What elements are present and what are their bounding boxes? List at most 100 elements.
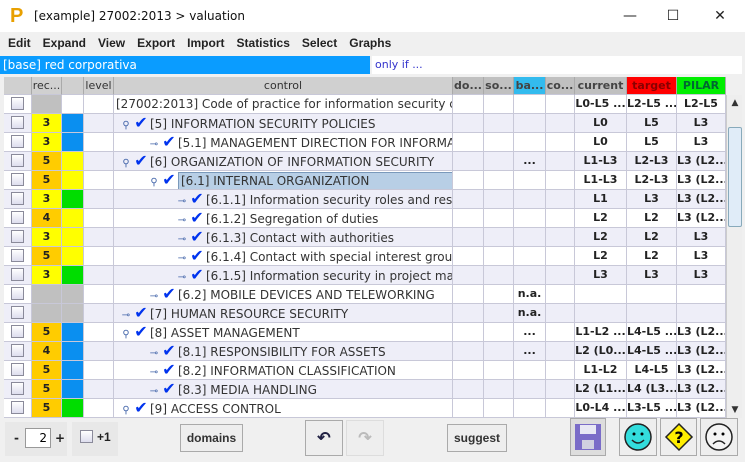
undo-button[interactable]: ↶ — [305, 420, 343, 456]
plus-one-checkbox[interactable] — [80, 430, 93, 443]
row-checkbox[interactable] — [11, 115, 24, 129]
domains-button[interactable]: domains — [180, 424, 243, 452]
tree-leaf-key-icon[interactable]: ⊸ — [120, 307, 132, 322]
tree-leaf-key-icon[interactable]: ⊸ — [148, 345, 160, 360]
row-checkbox[interactable] — [11, 229, 24, 243]
control-cell[interactable]: ⚲ ✔ [6] ORGANIZATION OF INFORMATION SECURI… — [114, 152, 453, 171]
table-row[interactable]: [27002:2013] Code of practice for inform… — [4, 95, 726, 114]
menu-view[interactable]: View — [92, 36, 131, 50]
tree-expanded-icon[interactable]: ⚲ — [120, 155, 132, 170]
so-header[interactable]: so... — [484, 77, 514, 95]
row-checkbox[interactable] — [11, 343, 24, 357]
table-row[interactable]: 3 ⊸ ✔ [6.1.5] Information security in proje… — [4, 266, 726, 285]
current-header[interactable]: current — [575, 77, 627, 95]
tree-leaf-key-icon[interactable]: ⊸ — [176, 250, 188, 265]
table-row[interactable]: 3 ⊸ ✔ [6.1.3] Contact with authorities L2 L2 L… — [4, 228, 726, 247]
menu-statistics[interactable]: Statistics — [231, 36, 296, 50]
table-row[interactable]: 5 ⚲ ✔ [8] ASSET MANAGEMENT... L1-L2 ... L4-L5… — [4, 323, 726, 342]
tree-expanded-icon[interactable]: ⚲ — [120, 117, 132, 132]
row-checkbox[interactable] — [11, 381, 24, 395]
control-cell[interactable]: ⊸ ✔ [6.1.4] Contact with special interest … — [114, 247, 453, 266]
table-row[interactable]: 5 ⚲ ✔ [9] ACCESS CONTROL L0-L4 ... L3-L5 ... L… — [4, 399, 726, 418]
increment-button[interactable]: + — [55, 431, 65, 445]
tree-expanded-icon[interactable]: ⚲ — [148, 174, 160, 189]
menu-export[interactable]: Export — [131, 36, 181, 50]
control-cell[interactable]: [27002:2013] Code of practice for inform… — [114, 95, 453, 114]
table-row[interactable]: 5 ⚲ ✔ [6.1] INTERNAL ORGANIZATION L1-L3 L2-L3… — [4, 171, 726, 190]
happy-face-button[interactable] — [619, 418, 657, 456]
control-cell[interactable]: ⚲ ✔ [9] ACCESS CONTROL — [114, 399, 453, 418]
do-header[interactable]: do... — [453, 77, 484, 95]
level-header[interactable]: level — [84, 77, 114, 95]
base-filter-field[interactable]: [base] red corporativa — [0, 56, 370, 74]
control-cell[interactable]: ⊸ ✔ [6.2] MOBILE DEVICES AND TELEWORKING — [114, 285, 453, 304]
row-checkbox[interactable] — [11, 305, 24, 319]
row-checkbox[interactable] — [11, 134, 24, 148]
vertical-scrollbar[interactable]: ▲ ▼ — [726, 95, 742, 418]
control-cell[interactable]: ⊸ ✔ [6.1.2] Segregation of duties — [114, 209, 453, 228]
control-cell[interactable]: ⊸ ✔ [8.2] INFORMATION CLASSIFICATION — [114, 361, 453, 380]
maximize-button[interactable]: ☐ — [650, 0, 696, 32]
scroll-up-icon[interactable]: ▲ — [727, 95, 743, 111]
table-row[interactable]: 5 ⊸ ✔ [8.2] INFORMATION CLASSIFICATION L1-L2… — [4, 361, 726, 380]
tree-leaf-key-icon[interactable]: ⊸ — [148, 364, 160, 379]
control-cell[interactable]: ⊸ ✔ [6.1.3] Contact with authorities — [114, 228, 453, 247]
suggest-button[interactable]: suggest — [447, 424, 507, 452]
control-cell[interactable]: ⊸✔[5.1] MANAGEMENT DIRECTION FOR INFORMA… — [114, 133, 453, 152]
row-checkbox[interactable] — [11, 248, 24, 262]
menu-select[interactable]: Select — [296, 36, 343, 50]
table-row[interactable]: 3 ⊸ ✔ [5.1] MANAGEMENT DIRECTION FOR INFORM… — [4, 133, 726, 152]
pilar-header[interactable]: PILAR — [677, 77, 726, 95]
select-header[interactable] — [4, 77, 32, 95]
table-row[interactable]: 3 ⚲ ✔ [5] INFORMATION SECURITY POLICIES L0 L5… — [4, 114, 726, 133]
only-if-link[interactable]: only if ... — [372, 56, 742, 74]
menu-edit[interactable]: Edit — [2, 36, 37, 50]
minimize-button[interactable]: — — [607, 0, 653, 32]
row-checkbox[interactable] — [11, 286, 24, 300]
table-row[interactable]: 5 ⊸ ✔ [6.1.4] Contact with special interest… — [4, 247, 726, 266]
row-checkbox[interactable] — [11, 400, 24, 414]
close-button[interactable]: ✕ — [697, 0, 743, 32]
level-input[interactable] — [25, 428, 51, 448]
table-row[interactable]: 4 ⊸ ✔ [8.1] RESPONSIBILITY FOR ASSETS... L2 … — [4, 342, 726, 361]
co-header[interactable]: co... — [546, 77, 575, 95]
question-button[interactable]: ? — [660, 418, 697, 456]
table-row[interactable]: 4 ⊸ ✔ [6.1.2] Segregation of duties L2 L2 L3 (… — [4, 209, 726, 228]
row-checkbox[interactable] — [11, 210, 24, 224]
table-row[interactable]: 3 ⊸ ✔ [6.1.1] Information security roles an… — [4, 190, 726, 209]
tree-leaf-key-icon[interactable]: ⊸ — [148, 136, 160, 151]
table-row[interactable]: ⊸ ✔ [6.2] MOBILE DEVICES AND TELEWORKING n.… — [4, 285, 726, 304]
tree-expanded-icon[interactable]: ⚲ — [120, 326, 132, 341]
tree-leaf-key-icon[interactable]: ⊸ — [176, 193, 188, 208]
table-row[interactable]: 5 ⊸ ✔ [8.3] MEDIA HANDLING L2 (L1... L4 (L3..… — [4, 380, 726, 399]
tree-expanded-icon[interactable]: ⚲ — [120, 402, 132, 417]
rec-header[interactable]: rec... — [32, 77, 62, 95]
decrement-button[interactable]: - — [14, 431, 19, 445]
menu-graphs[interactable]: Graphs — [343, 36, 397, 50]
control-cell[interactable]: ⊸ ✔ [7] HUMAN RESOURCE SECURITY — [114, 304, 453, 323]
target-header[interactable]: target — [627, 77, 677, 95]
row-checkbox[interactable] — [11, 362, 24, 376]
table-row[interactable]: 5 ⚲ ✔ [6] ORGANIZATION OF INFORMATION SECUR… — [4, 152, 726, 171]
control-header[interactable]: control — [114, 77, 453, 95]
control-cell[interactable]: ⚲ ✔ [8] ASSET MANAGEMENT — [114, 323, 453, 342]
sad-face-button[interactable] — [700, 418, 738, 456]
row-checkbox[interactable] — [11, 267, 24, 281]
control-cell[interactable]: ⊸ ✔ [8.3] MEDIA HANDLING — [114, 380, 453, 399]
control-cell[interactable]: ⚲ ✔ [5] INFORMATION SECURITY POLICIES — [114, 114, 453, 133]
scroll-down-icon[interactable]: ▼ — [727, 402, 743, 418]
table-row[interactable]: ⊸ ✔ [7] HUMAN RESOURCE SECURITY n.a. — [4, 304, 726, 323]
save-button[interactable] — [570, 418, 606, 456]
menu-import[interactable]: Import — [181, 36, 230, 50]
scroll-thumb[interactable] — [728, 127, 742, 227]
control-cell[interactable]: ⚲ ✔ [6.1] INTERNAL ORGANIZATION — [114, 171, 453, 190]
ba-header[interactable]: ba... — [514, 77, 546, 95]
row-checkbox[interactable] — [11, 96, 24, 110]
tree-leaf-key-icon[interactable]: ⊸ — [176, 269, 188, 284]
control-cell[interactable]: ⊸ ✔ [6.1.1] Information security roles and… — [114, 190, 453, 209]
row-checkbox[interactable] — [11, 172, 24, 186]
control-cell[interactable]: ⊸ ✔ [8.1] RESPONSIBILITY FOR ASSETS — [114, 342, 453, 361]
tree-leaf-key-icon[interactable]: ⊸ — [148, 288, 160, 303]
menu-expand[interactable]: Expand — [37, 36, 92, 50]
row-checkbox[interactable] — [11, 153, 24, 167]
